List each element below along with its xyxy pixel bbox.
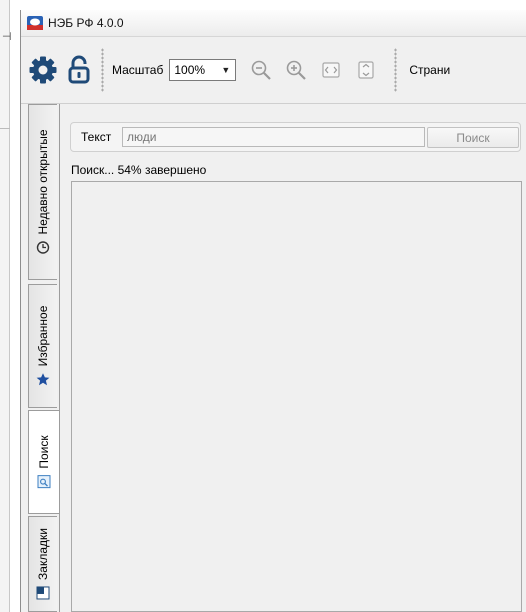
dropdown-arrow-icon: ▼ [221,65,231,75]
unlock-icon [68,55,90,84]
fit-height-icon [358,61,374,79]
bookmark-icon [36,586,50,600]
search-status: Поиск... 54% завершено [71,163,207,177]
tab-search[interactable]: Поиск [28,410,59,514]
tab-bookmarks[interactable]: Закладки [28,516,57,612]
tab-favorites-label: Избранное [36,305,50,367]
fit-width-icon [322,62,340,78]
search-bar: Текст Поиск [70,122,521,152]
tab-recent[interactable]: Недавно открытые [28,104,57,280]
zoom-label: Масштаб [112,63,164,77]
title-bar[interactable]: НЭБ РФ 4.0.0 [21,10,526,37]
toolbar-grip[interactable] [101,48,104,92]
toolbar-grip-2[interactable] [394,48,398,92]
zoom-in-button[interactable] [283,57,309,83]
window-title: НЭБ РФ 4.0.0 [48,16,124,30]
zoom-in-icon [287,60,307,80]
tab-recent-label: Недавно открытые [36,129,50,235]
search-button[interactable]: Поиск [427,127,519,148]
tab-search-label: Поиск [37,435,51,469]
zoom-out-icon [252,60,272,80]
search-results-list[interactable] [71,181,522,612]
clock-icon [36,241,50,255]
lock-button[interactable] [63,50,95,90]
pages-label: Страни [409,63,451,77]
search-doc-icon [37,475,51,489]
zoom-out-button[interactable] [248,57,274,83]
fit-width-button[interactable] [318,57,344,83]
zoom-select[interactable]: 100% ▼ [169,59,237,81]
tab-bookmarks-label: Закладки [36,528,50,580]
zoom-value: 100% [174,63,206,77]
edge-divider [0,128,10,129]
star-icon [36,372,50,386]
search-input[interactable] [122,127,425,147]
app-window: НЭБ РФ 4.0.0 Масштаб 100% ▼ Страни Недав… [20,10,526,612]
toolbar: Масштаб 100% ▼ Страни [21,37,526,104]
search-text-label: Текст [81,130,112,144]
app-logo-icon [27,16,43,30]
side-tab-bar: Недавно открытые Избранное Поиск Закладк… [28,104,59,612]
fit-height-button[interactable] [353,57,379,83]
search-panel: Текст Поиск Поиск... 54% завершено [59,104,526,612]
edge-mark: ⊣ [2,30,12,43]
tab-favorites[interactable]: Избранное [28,284,57,408]
gear-icon [29,56,57,84]
settings-button[interactable] [27,50,59,90]
desktop-edge: ⊣ [0,0,12,612]
